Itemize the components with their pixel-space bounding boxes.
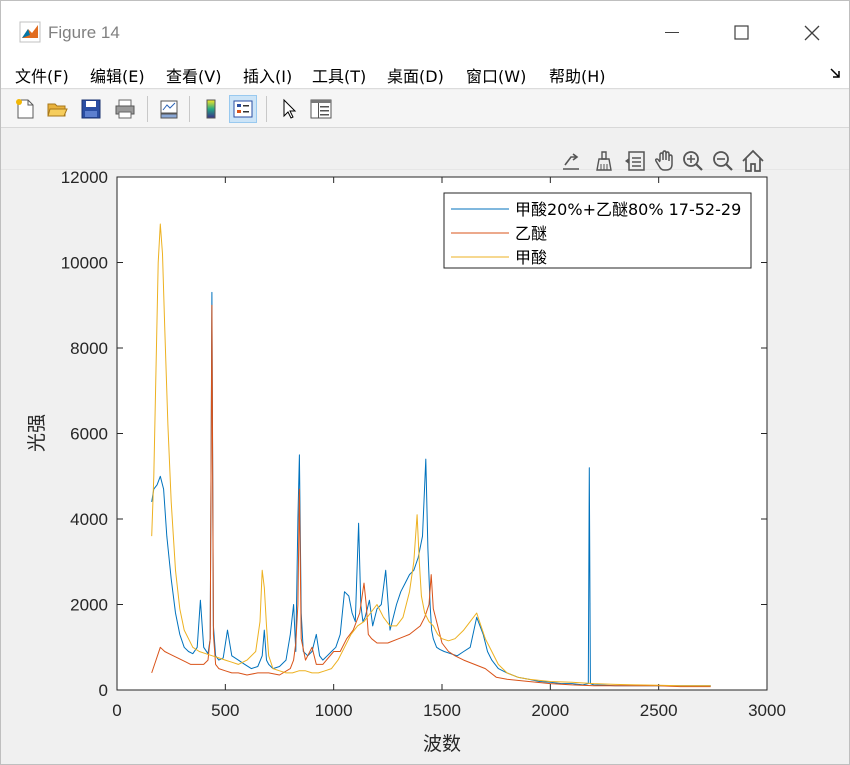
- x-tick-label: 1000: [315, 701, 353, 720]
- x-tick-label: 500: [211, 701, 239, 720]
- x-tick-label: 2500: [640, 701, 678, 720]
- y-tick-label: 10000: [61, 254, 108, 273]
- y-tick-label: 6000: [70, 425, 108, 444]
- legend[interactable]: 甲酸20%+乙醚80% 17-52-29 乙醚甲酸: [443, 192, 752, 269]
- plot-canvas: 0 500 1000 1500 2000 2500 3000 0 2000 4000 6000 80…: [26, 168, 786, 755]
- y-axis-label: 光强: [26, 414, 48, 452]
- x-tick-label: 3000: [748, 701, 786, 720]
- y-tick-label: 12000: [61, 168, 108, 187]
- x-tick-label: 1500: [423, 701, 461, 720]
- x-axis-label: 波数: [423, 733, 461, 755]
- legend-label-3: 甲酸: [515, 248, 547, 267]
- y-tick-label: 2000: [70, 596, 108, 615]
- y-tick-label: 8000: [70, 339, 108, 358]
- x-tick-label: 2000: [531, 701, 569, 720]
- y-tick-label: 0: [99, 681, 108, 700]
- legend-label-2: 乙醚: [515, 224, 547, 243]
- x-tick-labels: 0 500 1000 1500 2000 2500 3000: [112, 701, 786, 720]
- y-tick-label: 4000: [70, 510, 108, 529]
- figure-window: Figure 14 文件(F) 编辑(E) 查看(V) 插入(I) 工具(T) …: [0, 0, 850, 765]
- legend-label-1: 甲酸20%+乙醚80% 17-52-29: [515, 200, 741, 219]
- x-tick-label: 0: [112, 701, 121, 720]
- y-tick-labels: 0 2000 4000 6000 8000 10000 12000: [61, 168, 108, 700]
